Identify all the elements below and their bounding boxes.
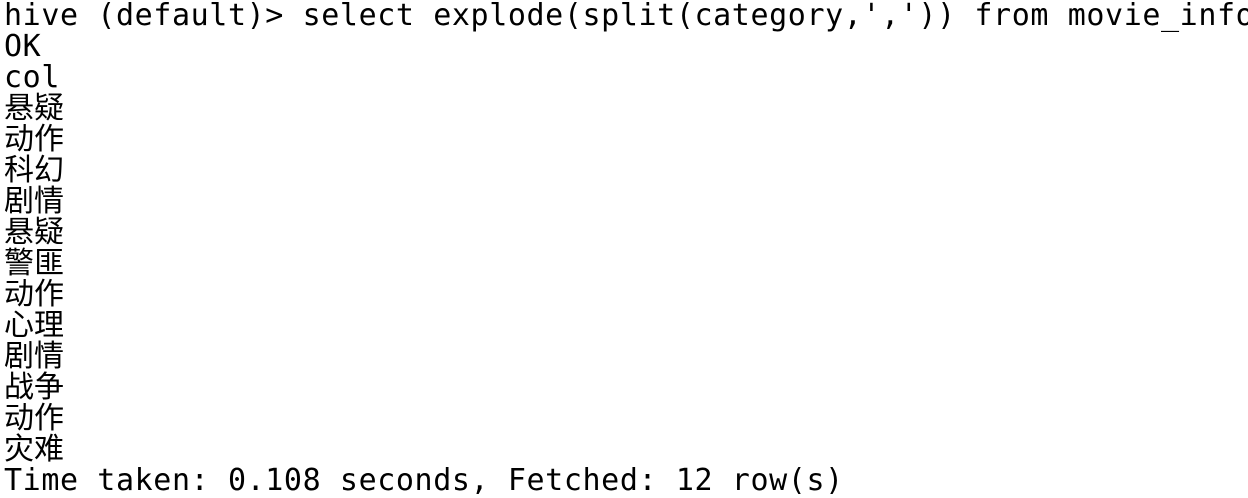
result-row: 悬疑 <box>4 215 64 250</box>
column-header: col <box>4 60 60 95</box>
result-row: 动作 <box>4 401 64 436</box>
time-taken-summary: Time taken: 0.108 seconds, Fetched: 12 r… <box>4 463 844 498</box>
result-row: 动作 <box>4 122 64 157</box>
status-ok: OK <box>4 29 42 64</box>
result-row: 灾难 <box>4 432 64 467</box>
terminal-window[interactable]: hive (default)> select explode(split(cat… <box>4 0 1248 498</box>
result-row: 剧情 <box>4 184 64 219</box>
result-row: 科幻 <box>4 153 64 188</box>
result-row: 战争 <box>4 370 64 405</box>
result-row: 警匪 <box>4 246 64 281</box>
result-row: 剧情 <box>4 339 64 374</box>
command-line: hive (default)> select explode(split(cat… <box>4 0 1248 33</box>
result-row: 悬疑 <box>4 91 64 126</box>
result-row: 心理 <box>4 308 64 343</box>
result-row: 动作 <box>4 277 64 312</box>
